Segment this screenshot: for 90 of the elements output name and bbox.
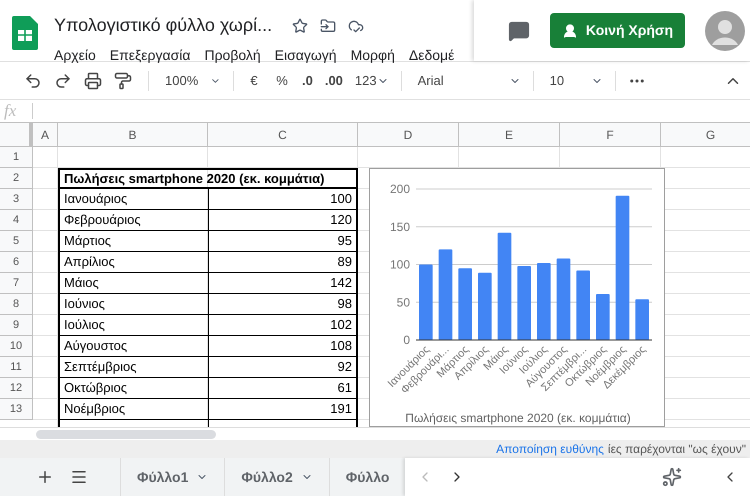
star-icon[interactable] [292, 18, 308, 34]
currency-button[interactable]: € [242, 66, 266, 94]
table-cell: Μάρτιος [58, 231, 208, 252]
table-cell: Ιανουάριος [58, 189, 208, 210]
notice-text: ίες παρέχονται "ως έχουν" [608, 441, 746, 458]
table-cell: Φεβρουάριος [58, 210, 208, 231]
move-folder-icon[interactable] [320, 18, 336, 34]
table-cell: Οκτώβριος [58, 378, 208, 399]
bar [576, 270, 590, 340]
bar [478, 272, 492, 340]
row-header[interactable]: 1 [0, 147, 33, 168]
table-cell: Απρίλιος [58, 252, 208, 273]
menu-item[interactable]: Εισαγωγή [274, 45, 337, 66]
table-cell: Αύγουστος [58, 336, 208, 357]
row-header[interactable]: 4 [0, 210, 33, 231]
comment-icon[interactable] [508, 20, 530, 42]
increase-decimals-button[interactable]: .00 [320, 66, 347, 94]
redo-icon[interactable] [54, 72, 72, 90]
bar [635, 299, 649, 340]
column-header[interactable]: E [459, 123, 560, 146]
menu-item[interactable]: Μορφή [350, 45, 395, 66]
scrollbar-thumb[interactable] [36, 430, 216, 438]
print-icon[interactable] [84, 72, 102, 90]
row-header[interactable]: 9 [0, 315, 33, 336]
row-header[interactable]: 13 [0, 399, 33, 420]
percent-button[interactable]: % [270, 66, 294, 94]
all-sheets-icon[interactable] [70, 468, 88, 486]
bar [596, 294, 610, 340]
undo-icon[interactable] [24, 72, 42, 90]
table-cell: 100 [208, 189, 358, 210]
table-cell: 61 [208, 378, 358, 399]
explore-icon[interactable] [662, 467, 682, 487]
decrease-decimals-button[interactable]: .0 [298, 66, 317, 94]
table-cell: Μάιος [58, 273, 208, 294]
row-header[interactable]: 6 [0, 252, 33, 273]
table-cell: 98 [208, 294, 358, 315]
column-header[interactable]: D [358, 123, 459, 146]
disclaimer-link[interactable]: Αποποίηση ευθύνης [496, 440, 604, 458]
table-cell: 92 [208, 357, 358, 378]
person-icon [562, 22, 578, 38]
share-button[interactable]: Κοινή Χρήση [550, 13, 685, 48]
table-cell: 95 [208, 231, 358, 252]
table-cell: 108 [208, 336, 358, 357]
menu-item[interactable]: Αρχείο [54, 45, 96, 66]
column-header[interactable]: B [58, 123, 208, 146]
table-header-cell: Πωλήσεις smartphone 2020 (εκ. κομμάτια) [58, 168, 358, 189]
spreadsheet-logo[interactable] [12, 16, 38, 50]
sheet-tab[interactable]: Φύλλο2 [224, 458, 329, 496]
table-cell: 89 [208, 252, 358, 273]
font-size-dropdown[interactable]: 10 [542, 66, 607, 94]
axis-tick-label: 150 [390, 220, 410, 234]
add-sheet-icon[interactable] [36, 468, 54, 486]
axis-tick-label: 0 [403, 333, 410, 347]
column-header[interactable]: A [33, 123, 58, 146]
column-header[interactable]: G [661, 123, 750, 146]
row-header[interactable]: 2 [0, 168, 33, 189]
table-cell: 102 [208, 315, 358, 336]
zoom-dropdown[interactable]: 100% [161, 66, 225, 94]
table-cell: 142 [208, 273, 358, 294]
bar [458, 268, 472, 340]
row-header[interactable]: 10 [0, 336, 33, 357]
menu-item[interactable]: Επεξεργασία [110, 45, 190, 66]
cloud-check-icon[interactable] [348, 18, 364, 34]
document-title[interactable]: Υπολογιστικό φύλλο χωρί... [54, 12, 272, 39]
paint-format-icon[interactable] [114, 72, 132, 90]
table-cell: Νοέμβριος [58, 399, 208, 420]
table-cell: 120 [208, 210, 358, 231]
row-header[interactable]: 3 [0, 189, 33, 210]
number-format-dropdown[interactable]: 123 [350, 66, 393, 94]
row-header[interactable]: 5 [0, 231, 33, 252]
chart-title: Πωλήσεις smartphone 2020 (εκ. κομμάτια) [405, 411, 631, 425]
row-header[interactable]: 12 [0, 378, 33, 399]
column-header[interactable]: F [560, 123, 661, 146]
avatar[interactable] [705, 10, 745, 50]
row-header[interactable]: 7 [0, 273, 33, 294]
table-cell: Ιούνιος [58, 294, 208, 315]
menu-item[interactable]: Δεδομέ [408, 45, 454, 66]
axis-tick-label: 100 [390, 258, 410, 272]
table-cell: Σεπτέμβριος [58, 357, 208, 378]
font-dropdown[interactable]: Arial [410, 66, 525, 94]
row-header[interactable]: 8 [0, 294, 33, 315]
table-cell: 191 [208, 399, 358, 420]
row-header[interactable]: 11 [0, 357, 33, 378]
axis-tick-label: 50 [396, 295, 410, 310]
table-cell: Ιούλιος [58, 315, 208, 336]
axis-tick-label: 200 [390, 182, 410, 196]
formula-label: fx [3, 100, 18, 122]
column-header[interactable]: C [208, 123, 358, 146]
menu-item[interactable]: Προβολή [204, 45, 261, 66]
sheet-tab[interactable]: Φύλλο1 [120, 458, 224, 496]
